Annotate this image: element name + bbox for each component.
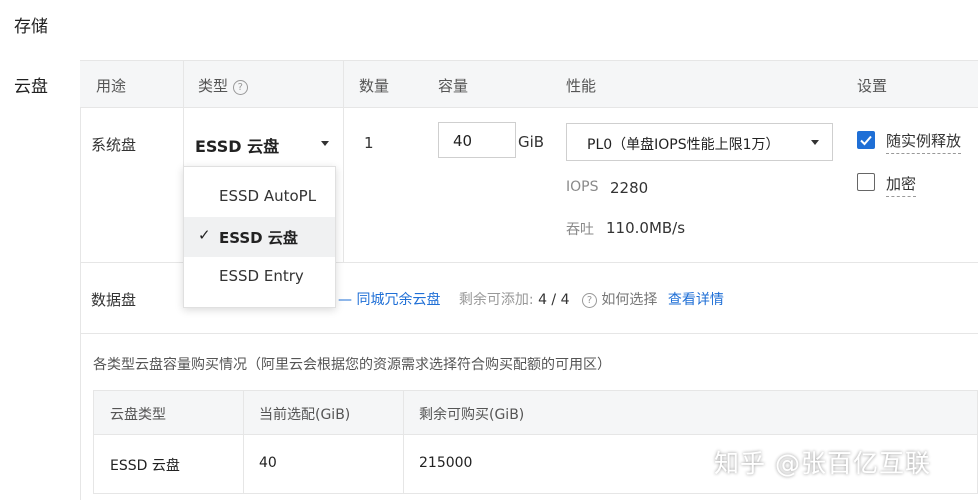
capacity-unit: GiB [518, 133, 545, 151]
check-icon: ✓ [198, 226, 211, 244]
iops-label: IOPS [566, 179, 599, 195]
row-divider [80, 333, 978, 334]
help-icon[interactable]: ? [581, 293, 597, 308]
chevron-down-icon [811, 140, 819, 145]
encrypt-label[interactable]: 加密 [886, 173, 917, 197]
remaining-label: 剩余可添加: [458, 292, 534, 308]
cell-remaining: 215000 [419, 455, 473, 471]
dropdown-option-autopl[interactable]: ESSD AutoPL [184, 177, 335, 217]
dropdown-option-essd[interactable]: ✓ ESSD 云盘 [184, 217, 335, 257]
disk-type-value: ESSD 云盘 [195, 137, 280, 156]
purchase-note: 各类型云盘容量购买情况（阿里云会根据您的资源需求选择符合购买配额的可用区） [93, 357, 611, 373]
remaining-value: 4 / 4 [538, 292, 570, 308]
chevron-down-icon [321, 141, 329, 146]
performance-value: PL0（单盘IOPS性能上限1万） [587, 137, 780, 153]
section-title: 存储 [14, 17, 48, 37]
header-count: 数量 [359, 77, 390, 95]
encrypt-checkbox[interactable] [857, 173, 875, 191]
dropdown-option-entry[interactable]: ESSD Entry [184, 257, 335, 297]
disk-count: 1 [364, 134, 374, 152]
dropdown-option-label: ESSD 云盘 [219, 229, 298, 247]
header-usage: 用途 [96, 77, 127, 95]
purchase-header-current: 当前选配(GiB) [259, 407, 351, 423]
help-icon[interactable]: ? [232, 80, 248, 95]
watermark: 知乎 @张百亿互联 [714, 449, 931, 478]
redundant-disk-link[interactable]: — 同城冗余云盘 [338, 292, 440, 308]
performance-select[interactable]: PL0（单盘IOPS性能上限1万） [566, 123, 833, 161]
data-disk-actions: — 同城冗余云盘 剩余可添加: 4 / 4 ? 如何选择 查看详情 [338, 289, 724, 309]
view-details-link[interactable]: 查看详情 [668, 292, 724, 308]
purchase-header-type: 云盘类型 [110, 407, 166, 423]
disk-type-dropdown: ESSD AutoPL ✓ ESSD 云盘 ESSD Entry [183, 166, 336, 308]
cell-current: 40 [259, 455, 277, 471]
header-type-label: 类型 [198, 77, 229, 95]
col-divider [343, 60, 344, 263]
header-type: 类型 ? [198, 75, 248, 96]
capacity-input[interactable]: 40 [438, 122, 516, 158]
disk-type-select[interactable]: ESSD 云盘 [188, 124, 338, 162]
col-divider [403, 391, 404, 493]
release-with-instance-label[interactable]: 随实例释放 [886, 130, 962, 154]
header-settings: 设置 [857, 77, 888, 95]
data-disk-label: 数据盘 [91, 291, 137, 309]
cell-disk-type: ESSD 云盘 [110, 458, 180, 474]
check-icon [860, 135, 872, 146]
disk-table-header: 用途 类型 ? 数量 容量 性能 设置 [80, 60, 978, 108]
header-capacity: 容量 [438, 77, 469, 95]
cloud-disk-label: 云盘 [14, 77, 48, 97]
system-disk-label: 系统盘 [91, 136, 137, 154]
throughput-value: 110.0MB/s [606, 219, 686, 237]
iops-value: 2280 [610, 179, 649, 197]
purchase-table-header: 云盘类型 当前选配(GiB) 剩余可购买(GiB) [94, 391, 977, 435]
release-with-instance-checkbox[interactable] [857, 131, 875, 149]
throughput-label: 吞吐 [566, 222, 594, 238]
col-divider [243, 391, 244, 493]
purchase-header-remaining: 剩余可购买(GiB) [419, 407, 525, 423]
how-to-choose-text: 如何选择 [601, 292, 658, 308]
header-performance: 性能 [566, 77, 597, 95]
